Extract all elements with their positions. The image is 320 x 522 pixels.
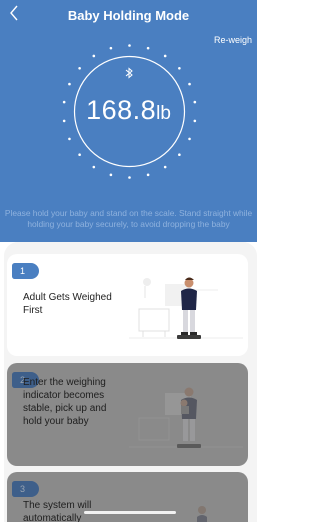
reweigh-button[interactable]: Re-weigh bbox=[214, 35, 252, 45]
dial-dot bbox=[92, 165, 96, 169]
weight-value: 168.8 bbox=[86, 95, 157, 125]
dial-dot bbox=[128, 176, 131, 179]
instruction-text: Please hold your baby and stand on the s… bbox=[4, 208, 253, 229]
step-card-3: 3 The system will automatically bbox=[7, 472, 248, 522]
dial-dot bbox=[146, 173, 150, 177]
step-3-illustration bbox=[197, 506, 207, 522]
step-text: Enter the weighing indicator becomes sta… bbox=[23, 377, 107, 427]
step-badge: 3 bbox=[12, 481, 39, 497]
dial-dot bbox=[68, 82, 71, 86]
step-card-1: 1 Adult Gets Weighed First bbox=[7, 254, 248, 356]
dial-dot bbox=[146, 46, 150, 50]
adult-on-scale-illustration bbox=[129, 277, 243, 339]
step-text: Adult Gets Weighed First bbox=[23, 292, 112, 316]
dial-dot bbox=[163, 54, 167, 58]
dial-dot bbox=[178, 153, 181, 157]
dial-dot bbox=[68, 137, 71, 141]
dial-dot bbox=[78, 153, 81, 157]
dial-dot bbox=[128, 44, 131, 47]
bluetooth-icon bbox=[125, 67, 133, 79]
dial-dot bbox=[188, 137, 191, 141]
dial-dot bbox=[163, 165, 167, 169]
step-card-2: 2 Enter the weighing indicator becomes s… bbox=[7, 363, 248, 466]
dial-dot bbox=[178, 66, 181, 70]
weight-readout: 168.8lb bbox=[0, 95, 257, 126]
page-title: Baby Holding Mode bbox=[67, 8, 190, 23]
adult-holding-baby-illustration bbox=[129, 387, 243, 448]
dial-dot bbox=[109, 173, 113, 177]
dial-dot bbox=[78, 66, 81, 70]
home-indicator bbox=[84, 511, 176, 514]
dial-dot bbox=[109, 46, 113, 50]
step-badge: 1 bbox=[12, 263, 39, 279]
dial-dot bbox=[188, 82, 191, 86]
weight-unit: lb bbox=[156, 103, 171, 124]
dial-dot bbox=[92, 54, 96, 58]
header: Baby Holding Mode Re-weigh 168.8lb Pleas… bbox=[0, 0, 257, 242]
